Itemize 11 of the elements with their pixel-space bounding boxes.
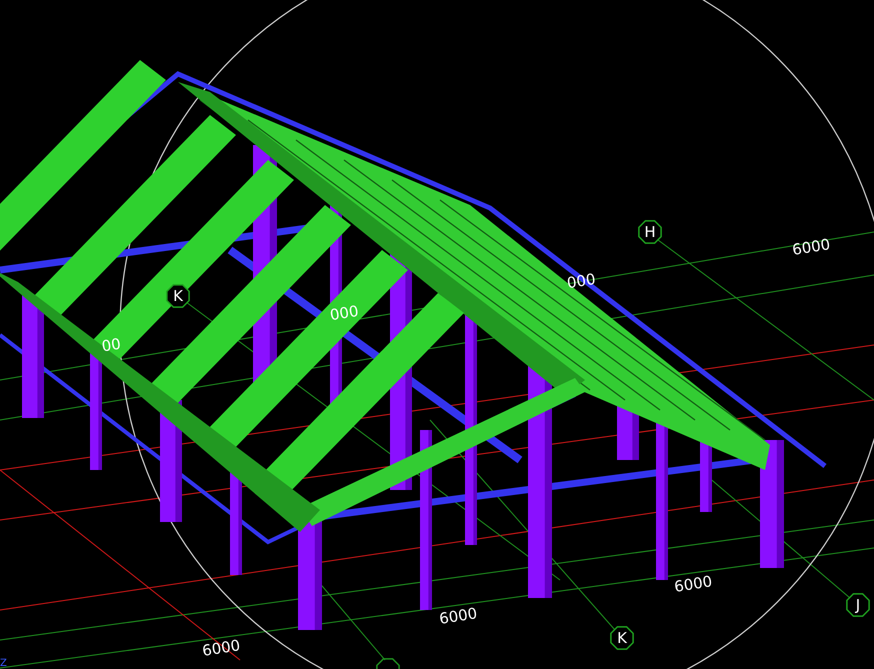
axis-label: Z: [0, 658, 7, 669]
dimension-label: 6000: [200, 636, 242, 660]
grid-bubble: K: [610, 626, 634, 650]
grid-bubble: H: [638, 220, 662, 244]
dimension-label: 00: [100, 334, 122, 356]
dimension-label: 000: [566, 270, 597, 292]
dimension-label: 6000: [790, 235, 832, 259]
grid-bubble: J: [846, 593, 870, 617]
dimension-label: 000: [328, 302, 360, 324]
dimension-label: 6000: [438, 604, 478, 628]
dimension-label: 6000: [672, 572, 714, 596]
